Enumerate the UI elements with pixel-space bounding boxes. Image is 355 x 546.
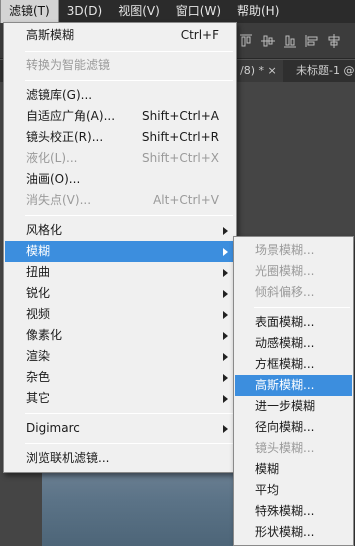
menu-item-blur[interactable]: 模糊 [5,241,235,262]
menu-item-shortcut: Ctrl+F [180,28,219,42]
menu-separator [25,51,233,52]
menu-3d[interactable]: 3D(D) [59,0,110,23]
submenu-arrow-icon [223,374,228,382]
menu-item-lens-correction[interactable]: 镜头校正(R)... Shift+Ctrl+R [5,127,235,148]
menu-item-label: 杂色 [26,370,51,384]
menu-item-filter-gallery[interactable]: 滤镜库(G)... [5,85,235,106]
align-vcenter-icon[interactable] [260,33,276,49]
menu-item-oil-paint[interactable]: 油画(O)... [5,169,235,190]
menu-item-label: 渲染 [26,349,51,363]
menu-item-shortcut: Alt+Ctrl+V [153,193,219,207]
menu-view[interactable]: 视图(V) [110,0,168,23]
menu-filter[interactable]: 滤镜(T) [0,0,59,23]
submenu-item-lens-blur[interactable]: 镜头模糊... [235,438,352,459]
menu-window[interactable]: 窗口(W) [168,0,229,23]
menu-item-distort[interactable]: 扭曲 [5,262,235,283]
align-icons-group [238,33,342,51]
submenu-arrow-icon [223,269,228,277]
menu-item-noise[interactable]: 杂色 [5,367,235,388]
menu-separator [254,307,350,308]
submenu-item-field-blur[interactable]: 场景模糊... [235,240,352,261]
align-bottom-icon[interactable] [282,33,298,49]
menu-help[interactable]: 帮助(H) [229,0,287,23]
submenu-item-smart-blur[interactable]: 特殊模糊... [235,501,352,522]
menu-separator [25,215,233,216]
submenu-item-average[interactable]: 平均 [235,480,352,501]
submenu-arrow-icon [223,311,228,319]
menu-item-shortcut: Shift+Ctrl+R [141,130,219,144]
menubar: 滤镜(T) 3D(D) 视图(V) 窗口(W) 帮助(H) [0,0,355,23]
menu-item-shortcut: Shift+Ctrl+A [142,109,219,123]
submenu-item-shape-blur[interactable]: 形状模糊... [235,522,352,543]
menu-item-label: 消失点(V)... [26,193,92,207]
menu-item-label: 风格化 [26,223,63,237]
menu-item-other[interactable]: 其它 [5,388,235,409]
menu-item-label: 浏览联机滤镜... [26,451,110,465]
align-top-icon[interactable] [238,33,254,49]
submenu-arrow-icon [223,353,228,361]
menu-item-video[interactable]: 视频 [5,304,235,325]
menu-item-label: 液化(L)... [26,151,78,165]
menu-item-render[interactable]: 渲染 [5,346,235,367]
align-left-icon[interactable] [304,33,320,49]
menu-item-pixelate[interactable]: 像素化 [5,325,235,346]
filter-menu: 高斯模糊 Ctrl+F 转换为智能滤镜 滤镜库(G)... 自适应广角(A)..… [3,22,237,473]
document-tab-active[interactable]: /8) * × [234,60,283,82]
menu-item-digimarc[interactable]: Digimarc [5,418,235,439]
submenu-arrow-icon [223,227,228,235]
submenu-arrow-icon [223,395,228,403]
menu-item-label: 锐化 [26,286,51,300]
menu-item-label: Digimarc [26,421,80,435]
menu-item-label: 转换为智能滤镜 [26,58,111,72]
menu-item-label: 镜头校正(R)... [26,130,104,144]
menu-item-last-filter[interactable]: 高斯模糊 Ctrl+F [5,25,235,46]
menu-item-label: 自适应广角(A)... [26,109,116,123]
menu-item-stylize[interactable]: 风格化 [5,220,235,241]
submenu-item-tilt-shift[interactable]: 倾斜偏移... [235,282,352,303]
menu-item-vanishing-point[interactable]: 消失点(V)... Alt+Ctrl+V [5,190,235,211]
menu-item-adaptive-wide-angle[interactable]: 自适应广角(A)... Shift+Ctrl+A [5,106,235,127]
menu-item-label: 模糊 [26,244,51,258]
submenu-item-blur[interactable]: 模糊 [235,459,352,480]
submenu-arrow-icon [223,332,228,340]
menu-item-shortcut: Shift+Ctrl+X [142,151,219,165]
menu-separator [25,413,233,414]
submenu-arrow-icon [223,290,228,298]
menu-item-sharpen[interactable]: 锐化 [5,283,235,304]
blur-submenu: 场景模糊... 光圈模糊... 倾斜偏移... 表面模糊... 动感模糊... … [233,236,354,546]
menu-separator [25,443,233,444]
submenu-arrow-icon [223,248,228,256]
menu-item-label: 扭曲 [26,265,51,279]
menu-item-convert-smart-filter[interactable]: 转换为智能滤镜 [5,55,235,76]
menu-item-label: 滤镜库(G)... [26,88,93,102]
menu-item-label: 像素化 [26,328,63,342]
submenu-item-iris-blur[interactable]: 光圈模糊... [235,261,352,282]
document-tab-untitled[interactable]: 未标题-1 @ [290,60,355,82]
submenu-item-motion-blur[interactable]: 动感模糊... [235,333,352,354]
menu-item-browse-online-filters[interactable]: 浏览联机滤镜... [5,448,235,469]
canvas-image [42,470,242,546]
submenu-item-box-blur[interactable]: 方框模糊... [235,354,352,375]
menu-item-label: 高斯模糊 [26,28,75,42]
submenu-item-gaussian-blur[interactable]: 高斯模糊... [235,375,352,396]
menu-item-liquify[interactable]: 液化(L)... Shift+Ctrl+X [5,148,235,169]
submenu-item-blur-more[interactable]: 进一步模糊 [235,396,352,417]
menu-item-label: 其它 [26,391,51,405]
submenu-item-radial-blur[interactable]: 径向模糊... [235,417,352,438]
align-hcenter-icon[interactable] [326,33,342,49]
menu-item-label: 视频 [26,307,51,321]
menu-item-label: 油画(O)... [26,172,81,186]
menu-separator [25,80,233,81]
submenu-item-surface-blur[interactable]: 表面模糊... [235,312,352,333]
submenu-arrow-icon [223,425,228,433]
